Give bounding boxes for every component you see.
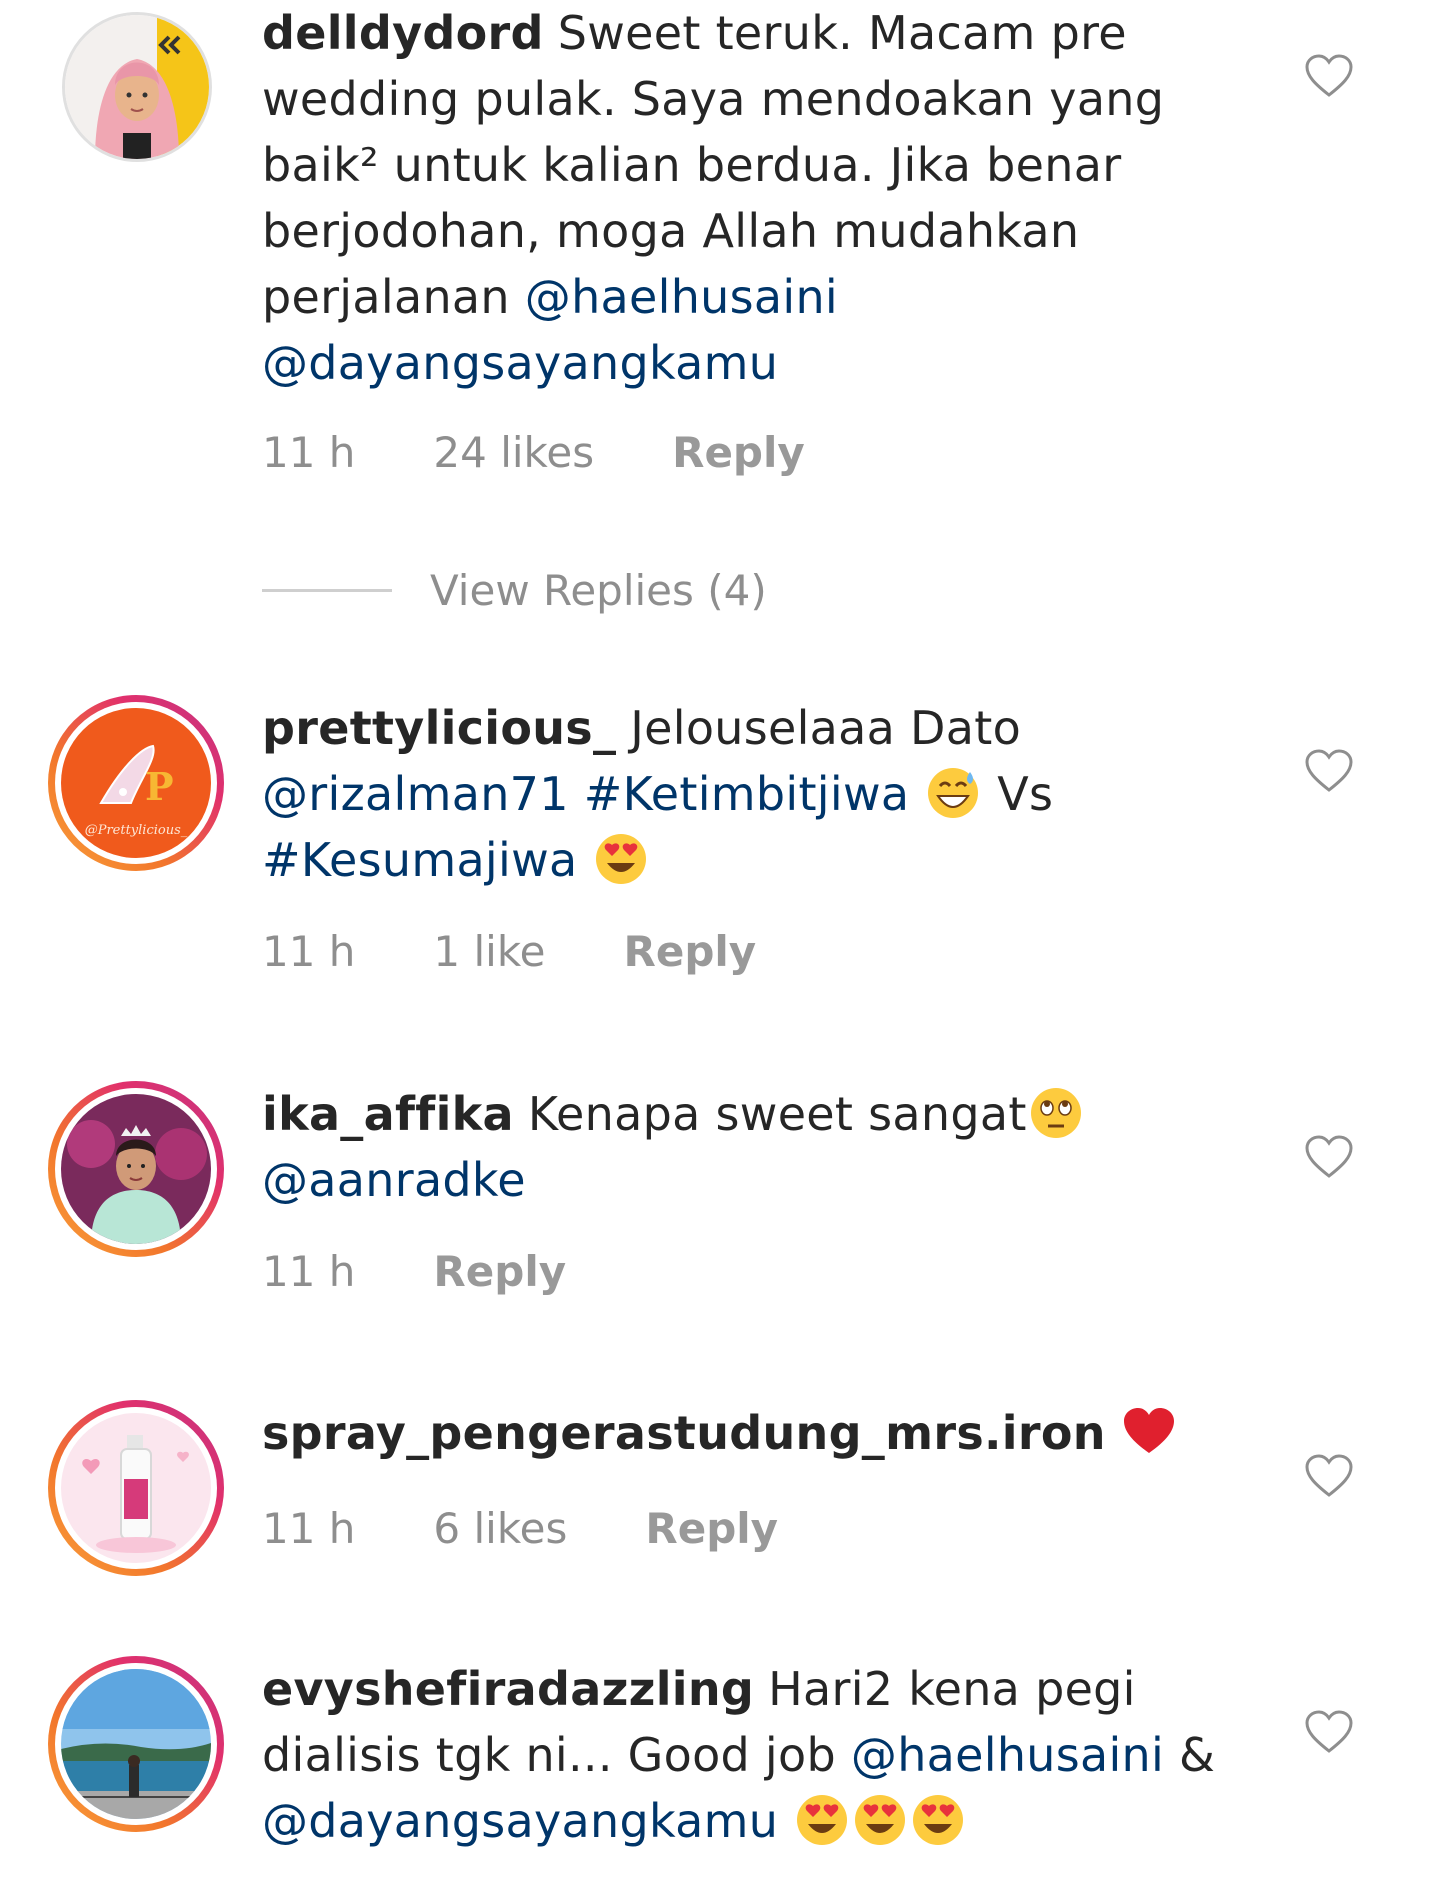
reply-button[interactable]: Reply — [433, 1247, 566, 1296]
comment-meta: 11 h 24 likes Reply — [262, 428, 883, 477]
comment-text: Vs — [982, 767, 1054, 821]
mention-link[interactable]: @dayangsayangkamu — [262, 1794, 778, 1848]
face-with-rolling-eyes-emoji — [1030, 1088, 1081, 1138]
comment-likes[interactable]: 6 likes — [433, 1504, 567, 1553]
mention-link[interactable]: @dayangsayangkamu — [262, 336, 778, 390]
heart-outline-icon[interactable] — [1305, 749, 1353, 793]
comment-likes[interactable]: 24 likes — [433, 428, 594, 477]
avatar[interactable] — [48, 1400, 224, 1576]
comment-username[interactable]: ika_affika — [262, 1087, 514, 1141]
avatar[interactable]: P @Prettylicious_ — [48, 695, 224, 871]
avatar-image — [61, 1669, 211, 1819]
heart-outline-icon[interactable] — [1305, 1135, 1353, 1179]
comment-body: prettylicious_ Jelouselaaa Dato @rizalman… — [262, 695, 1262, 893]
comment-time: 11 h — [262, 1504, 356, 1553]
comment-text: & — [1164, 1728, 1216, 1782]
comment-body: evyshefiradazzling Hari2 kena pegi dialis… — [262, 1656, 1262, 1854]
svg-text:P: P — [145, 764, 174, 809]
heart-outline-icon[interactable] — [1305, 1710, 1353, 1754]
divider — [262, 589, 392, 592]
comment-time: 11 h — [262, 428, 356, 477]
avatar-image: P @Prettylicious_ — [61, 708, 211, 858]
comment-username[interactable]: evyshefiradazzling — [262, 1662, 754, 1716]
hashtag-link[interactable]: #Ketimbitjiwa — [584, 767, 910, 821]
comment-time: 11 h — [262, 927, 356, 976]
avatar[interactable] — [48, 1656, 224, 1832]
comment-body: delldydord Sweet teruk. Macam pre wedding… — [262, 0, 1262, 396]
comment-text: Jelouselaaa Dato — [630, 701, 1022, 755]
comment-body: ika_affika Kenapa sweet sangat @aanradke — [262, 1081, 1262, 1213]
heart-eyes-emoji — [855, 1795, 906, 1845]
heart-eyes-emoji — [596, 834, 647, 884]
hashtag-link[interactable]: #Kesumajiwa — [262, 833, 578, 887]
avatar[interactable] — [62, 12, 212, 162]
comment-meta: 11 h 6 likes Reply — [262, 1504, 856, 1553]
comment-meta: 11 h 1 like Reply — [262, 927, 834, 976]
view-replies-label[interactable]: View Replies (4) — [430, 566, 767, 615]
heart-outline-icon[interactable] — [1305, 54, 1353, 98]
reply-button[interactable]: Reply — [624, 927, 757, 976]
mention-link[interactable]: @haelhusaini — [525, 270, 838, 324]
red-heart-emoji — [1123, 1408, 1174, 1453]
comment-username[interactable]: prettylicious_ — [262, 701, 616, 755]
comment-time: 11 h — [262, 1247, 356, 1296]
avatar[interactable] — [48, 1081, 224, 1257]
mention-link[interactable]: @haelhusaini — [851, 1728, 1164, 1782]
reply-button[interactable]: Reply — [672, 428, 805, 477]
mention-link[interactable]: @aanradke — [262, 1153, 526, 1207]
heart-outline-icon[interactable] — [1305, 1454, 1353, 1498]
heart-eyes-emoji — [913, 1795, 964, 1845]
grinning-sweat-emoji — [928, 768, 979, 818]
comment-body: spray_pengerastudung_mrs.iron — [262, 1400, 1262, 1466]
comment-meta: 11 h Reply — [262, 1247, 644, 1296]
comment-likes[interactable]: 1 like — [433, 927, 545, 976]
comment-text: Kenapa sweet sangat — [527, 1087, 1027, 1141]
comment-username[interactable]: delldydord — [262, 6, 544, 60]
avatar-image — [65, 15, 209, 159]
avatar-label: @Prettylicious_ — [85, 823, 188, 838]
avatar-image — [61, 1413, 211, 1563]
comment-username[interactable]: spray_pengerastudung_mrs.iron — [262, 1406, 1106, 1460]
reply-button[interactable]: Reply — [645, 1504, 778, 1553]
avatar-image — [61, 1094, 211, 1244]
heart-eyes-emoji — [797, 1795, 848, 1845]
mention-link[interactable]: @rizalman71 — [262, 767, 569, 821]
